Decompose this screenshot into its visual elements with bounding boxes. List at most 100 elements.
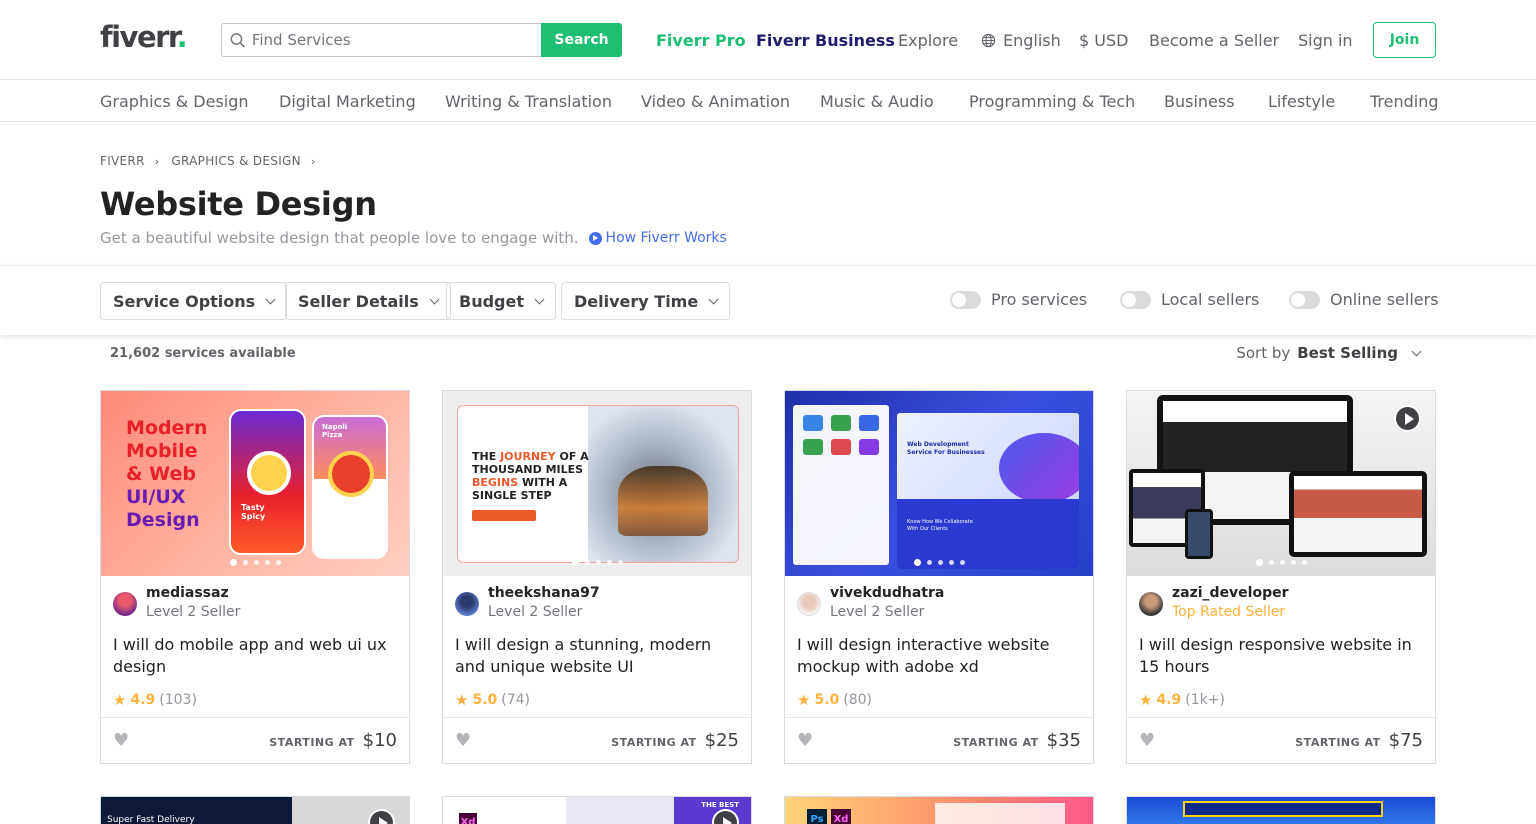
heart-icon[interactable]: ♥ [455, 730, 471, 751]
gig-thumbnail[interactable]: Web Development Service For Businesses Kn… [785, 391, 1093, 576]
gig-card[interactable]: THE JOURNEY OF A THOUSAND MILES BEGINS W… [442, 390, 752, 764]
logo-dot: . [176, 20, 188, 54]
price-amount: $25 [704, 730, 739, 751]
heart-icon[interactable]: ♥ [1139, 730, 1155, 751]
review-count: (1k+) [1185, 692, 1225, 708]
gig-thumbnail[interactable]: THE JOURNEY OF A THOUSAND MILES BEGINS W… [443, 391, 751, 576]
gig-card[interactable]: Modern Mobile & Web UI/UX Design Tasty Sp… [100, 390, 410, 764]
thumb-text: THE BEST [701, 801, 739, 809]
carousel-dots[interactable] [1127, 559, 1435, 566]
nav-language[interactable]: English [981, 0, 1061, 80]
gig-title[interactable]: I will design responsive website in 15 h… [1139, 634, 1424, 678]
website-mockup: Web Development Service For Businesses Kn… [897, 413, 1079, 569]
seller-info: zazi_developer Top Rated Seller [1139, 585, 1289, 622]
nav-explore[interactable]: Explore [898, 0, 958, 80]
toggle-switch[interactable] [950, 290, 981, 309]
filter-service-options[interactable]: Service Options [100, 282, 288, 320]
avatar[interactable] [455, 592, 479, 616]
laptop-mockup [1289, 471, 1427, 557]
gig-thumbnail[interactable]: Modern Mobile & Web UI/UX Design Tasty Sp… [101, 391, 409, 576]
avatar[interactable] [797, 592, 821, 616]
search-field[interactable] [221, 23, 541, 57]
nav-fiverr-business[interactable]: Fiverr Business [756, 0, 895, 80]
fiverr-logo[interactable]: fiverr. [100, 20, 188, 54]
seller-name[interactable]: zazi_developer [1172, 585, 1289, 602]
seller-level: Level 2 Seller [146, 604, 241, 620]
gig-price[interactable]: STARTING AT $35 [953, 730, 1081, 751]
avatar[interactable] [113, 592, 137, 616]
language-label: English [1003, 30, 1061, 50]
category-graphics-design[interactable]: Graphics & Design [100, 81, 249, 121]
breadcrumb-fiverr[interactable]: FIVERR [100, 154, 145, 168]
nav-become-seller[interactable]: Become a Seller [1149, 0, 1279, 80]
play-icon[interactable] [712, 809, 739, 824]
toggle-online-sellers[interactable]: Online sellers [1289, 290, 1439, 309]
category-lifestyle[interactable]: Lifestyle [1268, 81, 1335, 121]
starting-at-label: STARTING AT [611, 736, 697, 749]
thumb-text: With Our Clients [907, 526, 948, 532]
seller-level: Level 2 Seller [830, 604, 925, 620]
filter-bar: Service Options Seller Details Budget De… [0, 265, 1536, 335]
seller-name[interactable]: theekshana97 [488, 585, 600, 602]
gig-card-partial[interactable]: Ps Xd [784, 796, 1094, 824]
category-trending[interactable]: Trending [1370, 81, 1439, 121]
thumb-text: BEGINS [472, 476, 519, 489]
carousel-dots[interactable] [443, 559, 751, 566]
gig-price[interactable]: STARTING AT $75 [1295, 730, 1423, 751]
toggle-label: Local sellers [1161, 290, 1260, 309]
join-button[interactable]: Join [1373, 22, 1436, 58]
gig-title[interactable]: I will design a stunning, modern and uni… [455, 634, 740, 678]
gig-footer: ♥ STARTING AT $75 [1127, 717, 1435, 763]
heart-icon[interactable]: ♥ [113, 730, 129, 751]
play-icon[interactable] [368, 809, 395, 824]
gig-card-partial[interactable]: Xd THE BEST [442, 796, 752, 824]
gig-card[interactable]: Web Development Service For Businesses Kn… [784, 390, 1094, 764]
sort-dropdown[interactable]: Sort by Best Selling [1236, 344, 1422, 362]
heart-icon[interactable]: ♥ [797, 730, 813, 751]
search-input[interactable] [251, 31, 541, 49]
nav-sign-in[interactable]: Sign in [1298, 0, 1353, 80]
gig-title[interactable]: I will design interactive website mockup… [797, 634, 1082, 678]
search-button[interactable]: Search [541, 23, 622, 57]
gig-price[interactable]: STARTING AT $25 [611, 730, 739, 751]
gig-card[interactable]: zazi_developer Top Rated Seller I will de… [1126, 390, 1436, 764]
gig-thumbnail[interactable] [1127, 391, 1435, 576]
category-business[interactable]: Business [1164, 81, 1235, 121]
filter-seller-details[interactable]: Seller Details [285, 282, 451, 320]
review-count: (103) [159, 692, 197, 708]
seller-name[interactable]: mediassaz [146, 585, 240, 602]
thumb-text: OF A [559, 450, 589, 463]
rating-value: 5.0 [814, 692, 840, 708]
carousel-dots[interactable] [101, 559, 409, 566]
carousel-dots[interactable] [785, 559, 1093, 566]
subtitle-text: Get a beautiful website design that peop… [100, 229, 579, 247]
category-writing-translation[interactable]: Writing & Translation [445, 81, 612, 121]
page-title: Website Design [100, 185, 377, 223]
filter-label: Budget [459, 291, 524, 311]
category-music-audio[interactable]: Music & Audio [820, 81, 934, 121]
nav-currency[interactable]: $ USD [1079, 0, 1128, 80]
seller-name[interactable]: vivekdudhatra [830, 585, 944, 602]
category-programming-tech[interactable]: Programming & Tech [969, 81, 1135, 121]
gig-card-partial[interactable] [1126, 796, 1436, 824]
nav-fiverr-pro[interactable]: Fiverr Pro [656, 0, 746, 80]
toggle-switch[interactable] [1120, 290, 1151, 309]
filter-budget[interactable]: Budget [446, 282, 556, 320]
phone-mockup: Tasty Spicy [229, 409, 306, 555]
filter-delivery-time[interactable]: Delivery Time [561, 282, 731, 320]
gig-title[interactable]: I will do mobile app and web ui ux desig… [113, 634, 398, 678]
category-digital-marketing[interactable]: Digital Marketing [279, 81, 416, 121]
top-header: fiverr. Search Fiverr Pro Fiverr Busines… [0, 0, 1536, 80]
toggle-local-sellers[interactable]: Local sellers [1120, 290, 1259, 309]
how-fiverr-works-link[interactable]: How Fiverr Works [588, 230, 727, 246]
gig-card-partial[interactable]: Super Fast Delivery [100, 796, 410, 824]
star-icon: ★ [797, 691, 811, 709]
breadcrumb-graphics-design[interactable]: GRAPHICS & DESIGN [171, 154, 301, 168]
category-video-animation[interactable]: Video & Animation [641, 81, 790, 121]
gig-price[interactable]: STARTING AT $10 [269, 730, 397, 751]
avatar[interactable] [1139, 592, 1163, 616]
play-icon[interactable] [1394, 405, 1421, 432]
toggle-switch[interactable] [1289, 290, 1320, 309]
toggle-pro-services[interactable]: Pro services [950, 290, 1087, 309]
thumb-text: Mobile [126, 440, 198, 462]
